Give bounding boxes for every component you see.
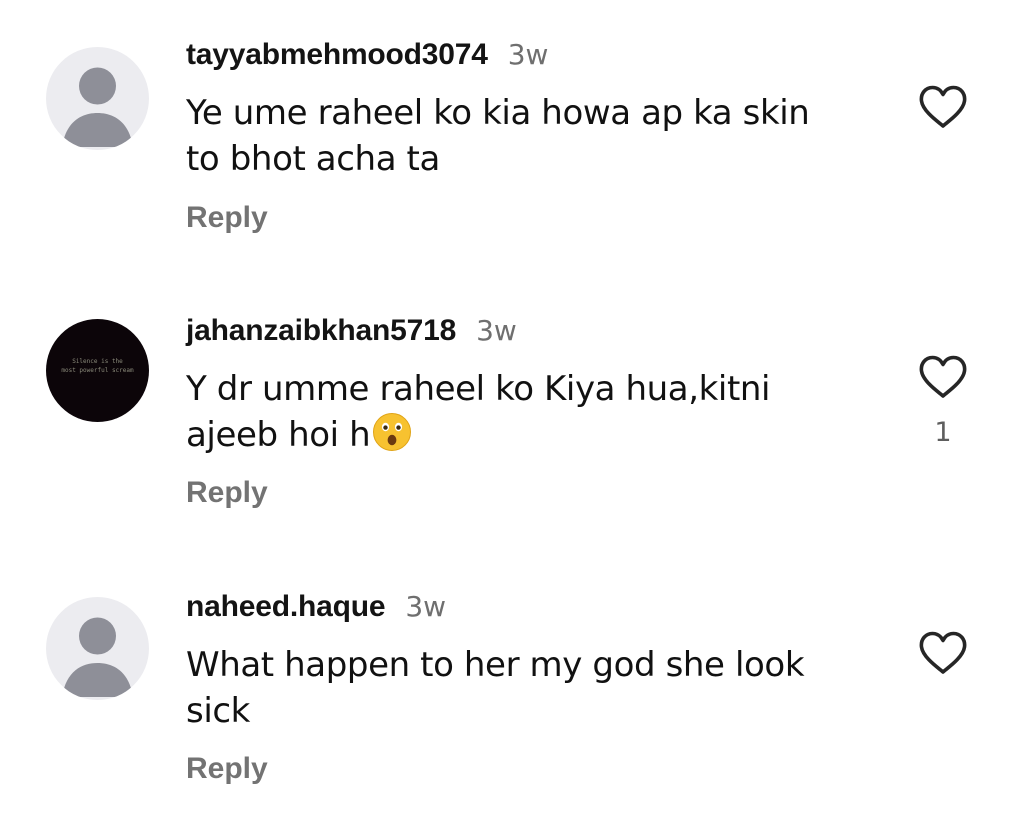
avatar[interactable]: [46, 47, 149, 150]
comment-text: Y dr umme raheel ko Kiya hua,kitni ajeeb…: [186, 366, 886, 458]
like-button[interactable]: [917, 630, 969, 676]
avatar-caption-line: most powerful scream: [61, 367, 134, 374]
comment-item: tayyabmehmood3074 3w Ye ume raheel ko ki…: [0, 38, 1024, 248]
timestamp: 3w: [476, 314, 517, 347]
reply-button[interactable]: Reply: [186, 201, 268, 235]
comment-header: jahanzaibkhan5718 3w: [186, 314, 517, 354]
comment-text-line: sick: [186, 691, 250, 731]
comment-item: naheed.haque 3w What happen to her my go…: [0, 590, 1024, 800]
timestamp: 3w: [507, 38, 549, 71]
like-button[interactable]: [917, 354, 969, 400]
comment-text-line: to bhot acha ta: [186, 139, 440, 179]
username[interactable]: naheed.haque: [186, 590, 386, 624]
astonished-face-emoji-icon: [373, 413, 412, 451]
comment-header: naheed.haque 3w: [186, 590, 446, 630]
username[interactable]: jahanzaibkhan5718: [186, 314, 456, 348]
username[interactable]: tayyabmehmood3074: [186, 38, 488, 72]
timestamp: 3w: [405, 590, 447, 623]
heart-outline-icon: [919, 631, 967, 674]
comment-text-line: What happen to her my god she look: [186, 645, 805, 685]
comment-text-line: ajeeb hoi h: [186, 412, 886, 458]
heart-outline-icon: [919, 85, 967, 128]
comment-text-line: Y dr umme raheel ko Kiya hua,kitni: [186, 369, 771, 409]
avatar[interactable]: [46, 597, 149, 700]
comment-text-line: Ye ume raheel ko kia howa ap ka skin: [186, 93, 810, 133]
reply-button[interactable]: Reply: [186, 476, 268, 510]
like-button[interactable]: [917, 84, 969, 130]
heart-outline-icon: [919, 355, 967, 398]
default-user-icon: [62, 67, 133, 147]
avatar-caption-line: Silence is the: [72, 358, 123, 365]
avatar[interactable]: Silence is the most powerful scream: [46, 319, 149, 422]
like-count[interactable]: 1: [917, 417, 969, 448]
comment-header: tayyabmehmood3074 3w: [186, 38, 548, 78]
comment-item: Silence is the most powerful scream jaha…: [0, 314, 1024, 524]
default-user-icon: [62, 617, 133, 697]
reply-button[interactable]: Reply: [186, 752, 268, 786]
comment-text: Ye ume raheel ko kia howa ap ka skin to …: [186, 90, 886, 182]
avatar-caption: Silence is the most powerful scream: [52, 357, 143, 375]
comment-text: What happen to her my god she look sick: [186, 642, 886, 734]
comment-text-fragment: ajeeb hoi h: [186, 415, 371, 455]
